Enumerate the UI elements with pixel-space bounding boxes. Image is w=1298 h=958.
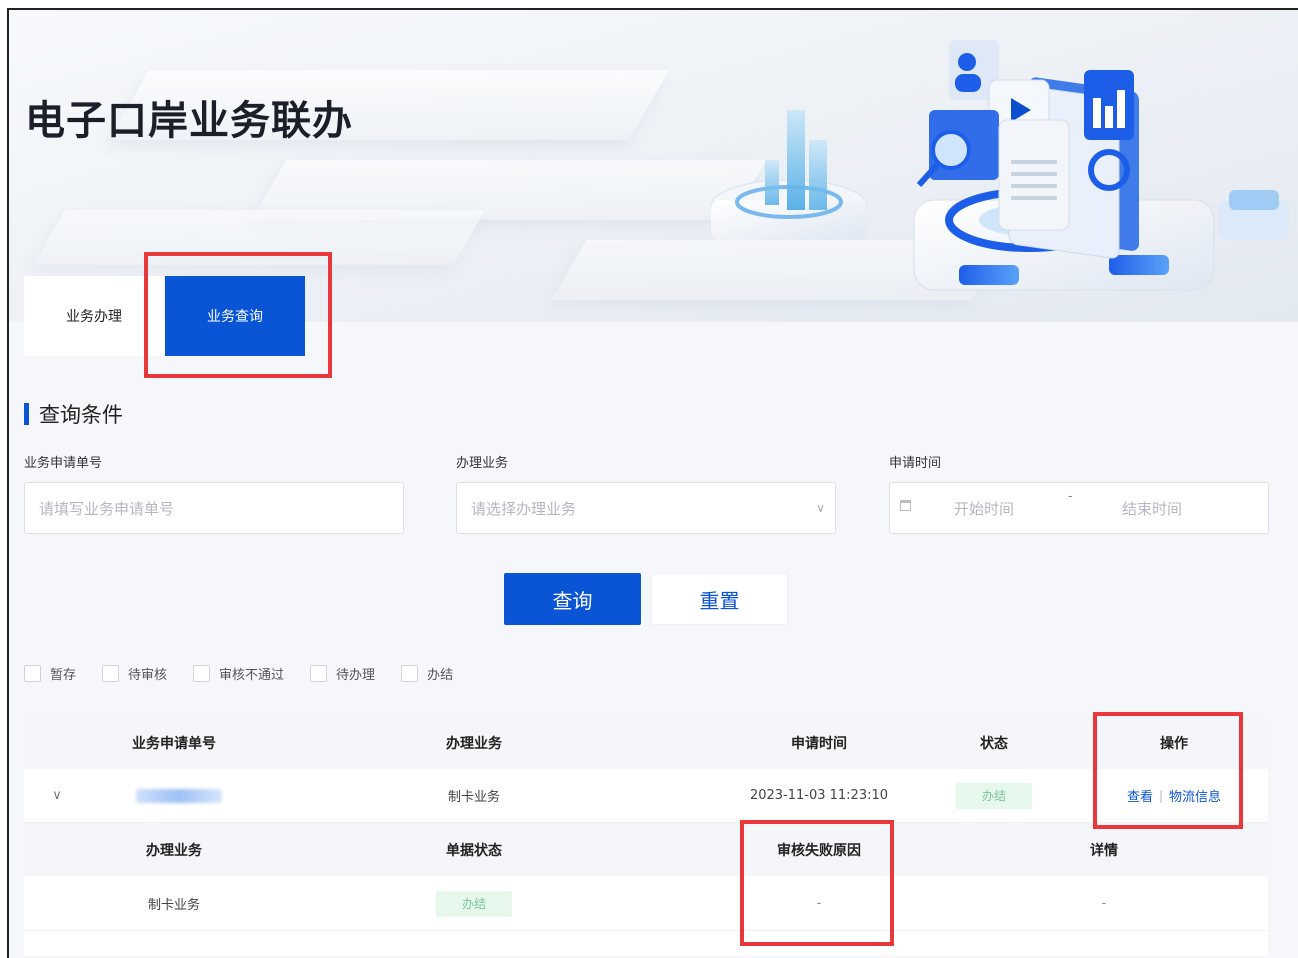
reset-button[interactable]: 重置 — [651, 573, 788, 625]
filter-draft[interactable]: 暂存 — [24, 664, 76, 683]
start-time-input[interactable]: 开始时间 — [954, 498, 1014, 519]
header-application-no: 业务申请单号 — [132, 735, 216, 752]
filter-draft-label: 暂存 — [50, 668, 77, 683]
section-title: 查询条件 — [24, 402, 123, 427]
checkbox[interactable] — [193, 665, 211, 682]
end-time-input[interactable]: 结束时间 — [1122, 498, 1182, 519]
calendar-icon — [900, 500, 911, 511]
sub-header-detail: 详情 — [1090, 842, 1118, 859]
action-divider: | — [1158, 788, 1164, 803]
section-title-bar — [24, 403, 29, 425]
range-separator: - — [1068, 489, 1073, 504]
filter-rejected-label: 审核不通过 — [219, 668, 285, 683]
status-badge: 办结 — [956, 782, 1032, 809]
sub-row-doc-status: 办结 — [404, 877, 544, 930]
apply-time-range[interactable]: 开始时间 - 结束时间 — [889, 482, 1269, 534]
table-header-row: 业务申请单号 办理业务 申请时间 状态 操作 — [24, 716, 1268, 769]
view-link[interactable]: 查看 — [1127, 786, 1153, 805]
filter-pending-handle[interactable]: 待办理 — [310, 664, 375, 683]
status-filters: 暂存 待审核 审核不通过 待办理 办结 — [24, 664, 479, 683]
filter-pending-review-label: 待审核 — [128, 668, 168, 683]
checkbox[interactable] — [310, 665, 328, 682]
business-select[interactable]: 请选择办理业务 ∨ — [456, 482, 836, 534]
row-apply-time: 2023-11-03 11:23:10 — [749, 788, 889, 803]
banner-illustration — [710, 40, 1289, 291]
logistics-link[interactable]: 物流信息 — [1169, 786, 1221, 805]
sub-header-business: 办理业务 — [146, 842, 202, 859]
sub-header-doc-status: 单据状态 — [446, 842, 502, 859]
filter-rejected[interactable]: 审核不通过 — [193, 664, 284, 683]
business-placeholder: 请选择办理业务 — [471, 499, 577, 518]
row-status: 办结 — [944, 769, 1044, 822]
sub-row-fail-reason: - — [816, 896, 822, 911]
doc-status-badge: 办结 — [436, 890, 512, 917]
expand-chevron-icon[interactable]: ∨ — [42, 769, 72, 822]
filter-completed-label: 办结 — [427, 668, 454, 683]
filter-pending-handle-label: 待办理 — [336, 668, 376, 683]
tab-business-query[interactable]: 业务查询 — [165, 276, 305, 356]
header-status: 状态 — [980, 735, 1008, 752]
application-no-label: 业务申请单号 — [24, 456, 103, 471]
banner-title: 电子口岸业务联办 — [25, 98, 353, 144]
filter-completed[interactable]: 办结 — [401, 664, 453, 683]
query-button[interactable]: 查询 — [504, 573, 641, 625]
application-no-placeholder: 请填写业务申请单号 — [39, 499, 175, 518]
section-title-text: 查询条件 — [39, 403, 123, 427]
row-actions: 查看 | 物流信息 — [1084, 769, 1264, 822]
business-label: 办理业务 — [456, 456, 509, 471]
sub-table-row: 制卡业务 办结 - - — [24, 877, 1268, 931]
result-table: 业务申请单号 办理业务 申请时间 状态 操作 ∨ 制卡业务 2023-11-03… — [24, 716, 1268, 956]
sub-header-fail-reason: 审核失败原因 — [777, 842, 861, 859]
tab-business-handle[interactable]: 业务办理 — [24, 276, 164, 356]
checkbox[interactable] — [401, 665, 419, 682]
application-no-blurred — [119, 769, 239, 822]
page-frame: 电子口岸业务联办 业务办理 业务查询 查询条件 业务申请单号 请填写业务申请单号… — [7, 8, 1298, 958]
filter-pending-review[interactable]: 待审核 — [102, 664, 167, 683]
chevron-down-icon: ∨ — [816, 501, 825, 515]
header-apply-time: 申请时间 — [791, 735, 847, 752]
sub-row-business: 制卡业务 — [147, 898, 200, 913]
checkbox[interactable] — [24, 665, 41, 682]
header-action: 操作 — [1160, 735, 1188, 752]
application-no-input[interactable]: 请填写业务申请单号 — [24, 482, 404, 534]
sub-row-detail: - — [1101, 896, 1107, 911]
checkbox[interactable] — [102, 665, 120, 682]
header-business: 办理业务 — [446, 735, 502, 752]
apply-time-label: 申请时间 — [889, 456, 942, 471]
table-row: ∨ 制卡业务 2023-11-03 11:23:10 办结 查看 | 物流信息 — [24, 769, 1268, 823]
row-business: 制卡业务 — [447, 790, 500, 805]
sub-table-header-row: 办理业务 单据状态 审核失败原因 详情 — [24, 823, 1268, 876]
